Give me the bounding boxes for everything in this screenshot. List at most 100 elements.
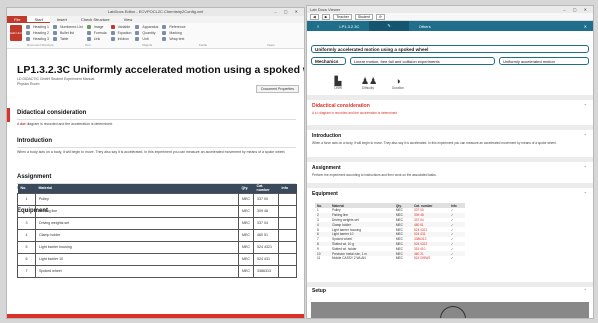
refresh-button[interactable]: ⟳ xyxy=(375,13,385,20)
ribbon-item-formula[interactable]: Formula xyxy=(86,31,107,35)
viewer-text-didactic: A s-t diagram is recorded and the accele… xyxy=(312,111,398,115)
collapse-arrow-icon[interactable]: ⌃ xyxy=(584,165,587,170)
tag-uniform-motion[interactable]: Uniformly accelerated motion xyxy=(499,57,589,65)
collapse-arrow-icon[interactable]: ⌃ xyxy=(584,288,587,293)
edit-icon[interactable]: ✎ xyxy=(369,21,409,31)
tab-view[interactable]: View xyxy=(117,16,140,23)
table-row[interactable]: 7 Spoked wheel MEC 3386313 xyxy=(17,264,297,278)
heading-icon xyxy=(26,31,30,35)
ribbon-item-unit[interactable]: Unit xyxy=(135,37,158,41)
collapse-arrow-icon[interactable]: ⌃ xyxy=(584,133,587,138)
tag-topic[interactable]: Linear motion, free fall and collision e… xyxy=(350,57,495,65)
ribbon-item-reference[interactable]: Reference xyxy=(162,25,186,29)
collapse-arrow-icon[interactable]: ⌃ xyxy=(584,103,587,108)
cell-info xyxy=(278,240,297,254)
cell-material: Light barrier 10 xyxy=(35,252,239,266)
viewer-window-title: Lab Docs Viewer xyxy=(310,7,341,12)
ribbon-item-heading2[interactable]: Heading 2 xyxy=(26,31,49,35)
ribbon-item-apparatus[interactable]: Apparatus xyxy=(135,25,158,29)
viewer-equipment-table-body: 1 Pulley MEC 337 00 ✓ 2 Fishing line MEC 309 48 ✓… xyxy=(315,208,465,261)
equipment-table[interactable]: No. Material Qty. Cat. number Info 1 Pull… xyxy=(17,184,297,278)
cell-qty: MEC xyxy=(238,228,254,242)
ribbon-item-wrap-text[interactable]: Wrap text xyxy=(162,37,185,41)
equipment-table-body: 1 Pulley MEC 337 00 2 Fishing line MEC 309 48 3 D… xyxy=(17,192,297,278)
ribbon-group-apparatus: Apparatus Quantity Unit xyxy=(135,25,158,41)
ribbon-caption: Insert xyxy=(267,43,275,47)
table-row[interactable]: 6 Light barrier 10 MEC 524 431 xyxy=(17,252,297,266)
section-heading-assignment[interactable]: Assignment xyxy=(17,174,51,180)
table-row[interactable]: 1 Pulley MEC 337 00 xyxy=(17,192,297,206)
ribbon-item-marking[interactable]: Marking xyxy=(162,31,185,35)
ribbon-item-heading3[interactable]: Heading 3 xyxy=(26,37,49,41)
student-mode-button[interactable]: Student xyxy=(354,13,373,20)
back-button[interactable]: ◀ xyxy=(310,13,319,20)
section-heading-didactic[interactable]: Didactical consideration xyxy=(17,110,86,116)
section-separator xyxy=(307,157,593,162)
cell-qty: MEC xyxy=(238,240,254,254)
document-properties-button[interactable]: Document Properties xyxy=(256,85,299,93)
table-row[interactable]: 5 Light barrier housing MEC 524 4321 xyxy=(17,240,297,254)
tab-file[interactable]: File xyxy=(7,16,28,23)
ribbon-item-image[interactable]: Image xyxy=(86,25,107,29)
ribbon-item-table[interactable]: Table xyxy=(52,37,83,41)
ribbon-item-heading1[interactable]: Heading 1 xyxy=(26,25,49,29)
cell-no: 6 xyxy=(17,252,36,266)
menu-icon[interactable]: ≡ xyxy=(307,24,329,29)
column-header-no: No. xyxy=(17,184,36,193)
document-title[interactable]: LP1.3.2.3C Uniformly accelerated motion … xyxy=(17,64,304,76)
cell-info xyxy=(278,228,297,242)
tab-check-structure[interactable]: Check Structure xyxy=(74,16,117,23)
cell-material: Light barrier housing xyxy=(35,240,239,254)
ribbon-item-bullet-list[interactable]: Bullet list xyxy=(52,31,83,35)
cell-cat-number: 524 005W2 xyxy=(413,256,431,261)
table-row[interactable]: 3 Driving weights set MEC 337 04 xyxy=(17,216,297,230)
table-icon xyxy=(52,37,57,41)
column-header-material: Material xyxy=(35,184,239,193)
editor-window-controls[interactable]: – ▢ ✕ xyxy=(274,8,301,16)
cell-no: 4 xyxy=(17,228,36,242)
ribbon-item-variable[interactable]: Variable xyxy=(110,25,132,29)
column-header-qty: Qty. xyxy=(238,184,254,193)
ribbon-item-numbered-list[interactable]: Numbered List xyxy=(52,25,83,29)
close-icon[interactable]: ✕ xyxy=(584,24,593,29)
edit-unit-button[interactable]: Edit Unit xyxy=(10,25,22,41)
forward-button[interactable]: ▶ xyxy=(321,13,331,20)
cell-material: Driving weights set xyxy=(35,216,239,230)
wrap-text-icon xyxy=(162,37,167,41)
tag-mechanics[interactable]: Mechanics xyxy=(311,57,346,65)
column-header-cat-number: Cat. number xyxy=(253,184,279,193)
collapse-arrow-icon[interactable]: ⌃ xyxy=(584,191,587,196)
table-row[interactable]: 4 Clamp holder MEC 460 51 xyxy=(17,228,297,242)
table-row[interactable]: 11 Mobile CASSY 2 WLAN MEC 524 005W2 ✓ xyxy=(315,256,465,261)
ribbon-item-infobox[interactable]: Infobox xyxy=(110,37,132,41)
viewer-window-controls[interactable]: – ▢ ✕ xyxy=(563,6,590,13)
cell-info: ✓ xyxy=(450,256,454,261)
info-icons-row: ▙ Level ♟♟ Difficulty ◑ Duration xyxy=(331,76,405,90)
viewer-heading-equipment[interactable]: Equipment xyxy=(312,191,338,197)
viewer-content: Uniformly accelerated motion using a spo… xyxy=(307,31,593,318)
viewer-heading-assignment[interactable]: Assignment xyxy=(312,165,341,171)
viewer-heading-setup[interactable]: Setup xyxy=(312,288,326,294)
cell-material: Pulley xyxy=(35,192,239,206)
cell-material: Spoked wheel xyxy=(35,264,239,278)
teacher-mode-button[interactable]: Teacher xyxy=(333,13,352,20)
ribbon-item-equation[interactable]: Equation xyxy=(110,31,131,35)
ribbon-item-link[interactable]: Link xyxy=(86,37,107,41)
section-heading-introduction[interactable]: Introduction xyxy=(17,138,52,144)
cell-cat-number: 309 48 xyxy=(253,204,279,218)
quantity-icon xyxy=(135,31,140,35)
tab-start[interactable]: Start xyxy=(27,16,50,23)
table-row[interactable]: 2 Fishing line MEC 309 48 xyxy=(17,204,297,218)
tab-lp1323c[interactable]: LP1.3.2.3C xyxy=(329,24,369,29)
heading-icon xyxy=(26,25,30,29)
viewer-heading-introduction[interactable]: Introduction xyxy=(312,133,341,139)
tab-others[interactable]: Others xyxy=(409,24,441,29)
divider xyxy=(17,119,296,120)
section-text-introduction[interactable]: When a body acts on a body, it will begi… xyxy=(17,150,296,155)
link-icon xyxy=(86,37,91,41)
tab-insert[interactable]: Insert xyxy=(50,16,74,23)
viewer-heading-didactic[interactable]: Didactical consideration xyxy=(312,103,370,109)
viewer-equipment-table[interactable]: No. Material Qty. Cat. number Info 1 Pull… xyxy=(315,203,465,261)
section-text-didactic[interactable]: A dot diagram is recorded and the accele… xyxy=(17,122,296,127)
ribbon-item-quantity[interactable]: Quantity xyxy=(135,31,158,35)
